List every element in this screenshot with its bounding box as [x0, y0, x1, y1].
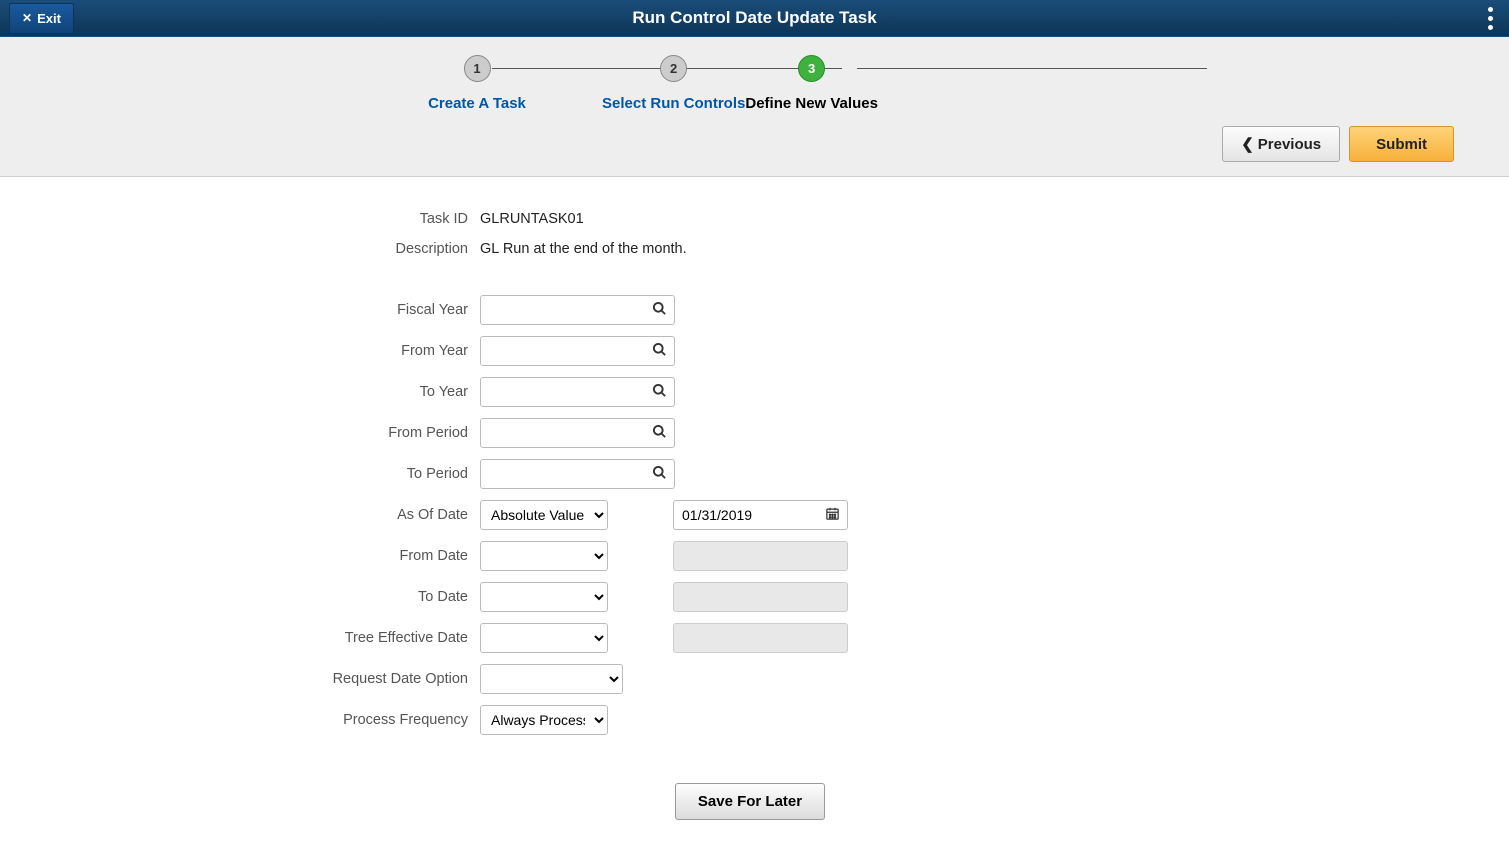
task-id-label: Task ID [300, 211, 480, 227]
from-year-row: From Year [300, 336, 1200, 366]
calendar-icon[interactable] [825, 506, 840, 524]
to-year-input[interactable] [480, 377, 675, 407]
request-date-option-label: Request Date Option [300, 671, 480, 687]
to-year-input-wrap [480, 377, 675, 407]
as-of-date-select[interactable]: Absolute Value [480, 500, 608, 530]
tree-eff-date-row: Tree Effective Date [300, 623, 1200, 653]
to-date-row: To Date [300, 582, 1200, 612]
from-period-input-wrap [480, 418, 675, 448]
from-period-row: From Period [300, 418, 1200, 448]
from-period-label: From Period [300, 425, 480, 441]
search-icon[interactable] [652, 383, 667, 401]
to-year-label: To Year [300, 384, 480, 400]
previous-button-label: Previous [1258, 136, 1321, 153]
from-period-input[interactable] [480, 418, 675, 448]
exit-button[interactable]: ✕ Exit [9, 3, 74, 34]
submit-button-label: Submit [1376, 136, 1427, 153]
wizard-bar: 1 Create A Task 2 Select Run Controls 3 … [0, 37, 1509, 177]
as-of-date-input[interactable] [673, 500, 848, 530]
as-of-date-date-wrap [673, 500, 848, 530]
from-year-input[interactable] [480, 336, 675, 366]
to-year-row: To Year [300, 377, 1200, 407]
step-connector [857, 68, 1207, 69]
from-date-input [673, 541, 848, 571]
step-label[interactable]: Select Run Controls [602, 95, 745, 112]
search-icon[interactable] [652, 301, 667, 319]
to-period-label: To Period [300, 466, 480, 482]
wizard-step-3: 3 Define New Values [745, 55, 878, 112]
process-frequency-select[interactable]: Always Process [480, 705, 608, 735]
save-for-later-button[interactable]: Save For Later [675, 783, 825, 820]
from-date-select[interactable] [480, 541, 608, 571]
tree-eff-date-select[interactable] [480, 623, 608, 653]
process-frequency-label: Process Frequency [300, 712, 480, 728]
process-frequency-row: Process Frequency Always Process [300, 705, 1200, 735]
search-icon[interactable] [652, 465, 667, 483]
wizard-step-1[interactable]: 1 Create A Task [352, 55, 602, 112]
save-row: Save For Later [300, 783, 1200, 820]
page-title: Run Control Date Update Task [632, 8, 876, 28]
from-date-row: From Date [300, 541, 1200, 571]
previous-button[interactable]: ❮ Previous [1222, 126, 1340, 162]
to-date-date-wrap [673, 582, 848, 612]
step-label: Define New Values [745, 95, 878, 112]
to-date-select[interactable] [480, 582, 608, 612]
to-date-input [673, 582, 848, 612]
page-header: ✕ Exit Run Control Date Update Task [0, 0, 1509, 37]
task-id-value: GLRUNTASK01 [480, 211, 584, 227]
fiscal-year-input[interactable] [480, 295, 675, 325]
from-date-date-wrap [673, 541, 848, 571]
tree-eff-date-date-wrap [673, 623, 848, 653]
search-icon[interactable] [652, 424, 667, 442]
to-date-label: To Date [300, 589, 480, 605]
from-year-label: From Year [300, 343, 480, 359]
step-label[interactable]: Create A Task [352, 95, 602, 112]
description-row: Description GL Run at the end of the mon… [300, 241, 1200, 257]
fiscal-year-row: Fiscal Year [300, 295, 1200, 325]
more-menu-icon[interactable] [1488, 7, 1493, 30]
to-period-input[interactable] [480, 459, 675, 489]
step-number: 3 [798, 55, 825, 82]
fiscal-year-label: Fiscal Year [300, 302, 480, 318]
as-of-date-row: As Of Date Absolute Value [300, 500, 1200, 530]
to-period-input-wrap [480, 459, 675, 489]
wizard-step-2[interactable]: 2 Select Run Controls [602, 55, 745, 112]
tree-eff-date-input [673, 623, 848, 653]
step-number: 2 [660, 55, 687, 82]
request-date-option-select[interactable] [480, 664, 623, 694]
step-number: 1 [464, 55, 491, 82]
fiscal-year-input-wrap [480, 295, 675, 325]
search-icon[interactable] [652, 342, 667, 360]
close-icon: ✕ [22, 11, 32, 25]
tree-eff-date-label: Tree Effective Date [300, 630, 480, 646]
from-year-input-wrap [480, 336, 675, 366]
task-id-row: Task ID GLRUNTASK01 [300, 211, 1200, 227]
wizard-buttons: ❮ Previous Submit [0, 122, 1509, 162]
request-date-option-row: Request Date Option [300, 664, 1200, 694]
form-area: Task ID GLRUNTASK01 Description GL Run a… [300, 211, 1200, 860]
wizard-steps: 1 Create A Task 2 Select Run Controls 3 … [292, 55, 1217, 112]
save-for-later-label: Save For Later [698, 793, 802, 810]
from-date-label: From Date [300, 548, 480, 564]
to-period-row: To Period [300, 459, 1200, 489]
description-value: GL Run at the end of the month. [480, 241, 687, 257]
description-label: Description [300, 241, 480, 257]
submit-button[interactable]: Submit [1349, 126, 1454, 162]
chevron-left-icon: ❮ [1241, 135, 1254, 153]
exit-button-label: Exit [37, 11, 61, 26]
as-of-date-label: As Of Date [300, 507, 480, 523]
